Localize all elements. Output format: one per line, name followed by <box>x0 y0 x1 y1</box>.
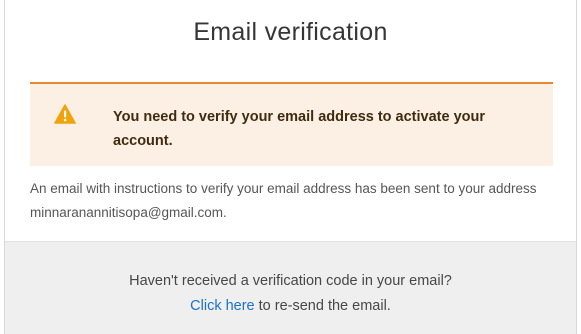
page-title: Email verification <box>193 18 388 46</box>
instructions-text: An email with instructions to verify you… <box>30 181 537 220</box>
resend-line: Click here to re-send the email. <box>5 298 576 314</box>
resend-suffix: to re-send the email. <box>254 298 391 314</box>
verification-card: Email verification You need to verify yo… <box>4 0 577 334</box>
resend-question: Haven't received a verification code in … <box>129 273 452 289</box>
resend-footer: Haven't received a verification code in … <box>5 241 576 334</box>
warning-triangle-icon <box>54 104 76 124</box>
alert-message: You need to verify your email address to… <box>113 109 486 149</box>
warning-alert: You need to verify your email address to… <box>30 82 553 166</box>
resend-link[interactable]: Click here <box>190 298 254 314</box>
